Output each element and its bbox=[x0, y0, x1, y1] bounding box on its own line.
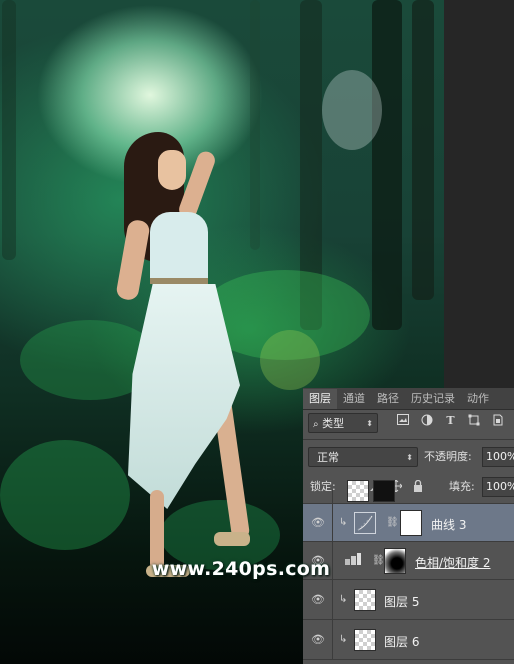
fern-patch bbox=[0, 440, 130, 550]
eye-icon[interactable]: 👁 bbox=[311, 593, 325, 607]
blend-mode-value: 正常 bbox=[317, 451, 339, 464]
face bbox=[158, 150, 186, 190]
panel-divider bbox=[303, 439, 514, 440]
layer-row-hue-saturation-2[interactable]: 👁 ⛓ 色相/饱和度 2 bbox=[303, 542, 514, 580]
smart-object-filter-icon[interactable] bbox=[491, 414, 504, 427]
chevron-updown-icon: ⬍ bbox=[406, 453, 413, 462]
type-filter-icon[interactable]: T bbox=[444, 414, 457, 427]
pixel-filter-icon[interactable] bbox=[396, 414, 409, 427]
visibility-cell[interactable]: 👁 bbox=[303, 620, 333, 659]
blend-mode-select[interactable]: 正常 ⬍ bbox=[308, 447, 418, 467]
opacity-input[interactable]: 100% bbox=[482, 447, 514, 467]
mask-thumbnail bbox=[384, 548, 406, 574]
watermark-text: www.240ps.com bbox=[151, 558, 331, 580]
layer-name[interactable]: 色相/饱和度 2 bbox=[415, 554, 491, 571]
haze-spot bbox=[322, 70, 382, 150]
layer-name[interactable]: 图层 6 bbox=[384, 633, 419, 650]
blend-mode-row: 正常 ⬍ 不透明度: 100% bbox=[303, 444, 514, 470]
visibility-cell[interactable] bbox=[303, 490, 333, 503]
layers-panel: 图层 通道 路径 历史记录 动作 ⌕ 类型 ⬍ T 正常 ⬍ 不透明度: 100… bbox=[303, 388, 514, 664]
layer-thumbnail bbox=[354, 629, 376, 651]
eye-icon[interactable]: 👁 bbox=[311, 633, 325, 647]
tree-trunk bbox=[2, 0, 16, 260]
belt bbox=[150, 278, 208, 284]
mask-thumbnail bbox=[400, 510, 422, 536]
layer-name[interactable]: 曲线 3 bbox=[431, 516, 466, 533]
clipping-arrow-icon: ↳ bbox=[339, 594, 348, 605]
visibility-cell[interactable]: 👁 bbox=[303, 580, 333, 619]
tab-history[interactable]: 历史记录 bbox=[405, 389, 461, 409]
layer-filter-row: ⌕ 类型 ⬍ T bbox=[303, 410, 514, 436]
shape-filter-icon[interactable] bbox=[467, 414, 480, 427]
curves-adjustment-icon bbox=[354, 512, 376, 534]
filter-kind-label: 类型 bbox=[322, 417, 345, 430]
layer-row-partial[interactable] bbox=[303, 480, 514, 504]
opacity-label: 不透明度: bbox=[424, 450, 472, 463]
link-icon[interactable]: ⛓ bbox=[372, 555, 385, 566]
tree-trunk bbox=[372, 0, 402, 330]
filter-kind-select[interactable]: ⌕ 类型 ⬍ bbox=[308, 413, 378, 433]
layer-row-layer-6[interactable]: 👁 ↳ 图层 6 bbox=[303, 620, 514, 660]
clipping-arrow-icon: ↳ bbox=[339, 517, 348, 528]
visibility-cell[interactable]: 👁 bbox=[303, 504, 333, 541]
adjustment-filter-icon[interactable] bbox=[420, 414, 433, 427]
panel-tab-bar: 图层 通道 路径 历史记录 动作 bbox=[303, 388, 514, 410]
hue-saturation-adjustment-icon bbox=[343, 550, 365, 572]
layer-row-curves-3[interactable]: 👁 ↳ ⛓ 曲线 3 bbox=[303, 504, 514, 542]
layer-name[interactable]: 图层 5 bbox=[384, 593, 419, 610]
workspace-background bbox=[444, 0, 514, 388]
layer-row-layer-5[interactable]: 👁 ↳ 图层 5 bbox=[303, 580, 514, 620]
left-arm bbox=[115, 218, 151, 302]
tab-actions[interactable]: 动作 bbox=[461, 389, 495, 409]
layer-thumbnail bbox=[354, 589, 376, 611]
mask-thumbnail bbox=[373, 480, 395, 502]
chevron-updown-icon: ⬍ bbox=[366, 419, 373, 428]
layer-thumbnail bbox=[347, 480, 369, 502]
dress-bodice bbox=[150, 212, 208, 284]
search-icon: ⌕ bbox=[313, 419, 319, 430]
eye-icon[interactable]: 👁 bbox=[311, 516, 325, 530]
fern-patch bbox=[260, 330, 320, 390]
clipping-arrow-icon: ↳ bbox=[339, 634, 348, 645]
link-icon[interactable]: ⛓ bbox=[386, 517, 399, 528]
sandal bbox=[214, 532, 250, 546]
tab-paths[interactable]: 路径 bbox=[371, 389, 405, 409]
tree-trunk bbox=[412, 0, 434, 300]
layer-list: 👁 ↳ ⛓ 曲线 3 👁 ⛓ 色相/饱和度 2 👁 ↳ 图层 5 👁 ↳ 图层 … bbox=[303, 480, 514, 664]
tab-layers[interactable]: 图层 bbox=[303, 389, 337, 409]
tab-channels[interactable]: 通道 bbox=[337, 389, 371, 409]
tree-trunk bbox=[250, 0, 260, 250]
